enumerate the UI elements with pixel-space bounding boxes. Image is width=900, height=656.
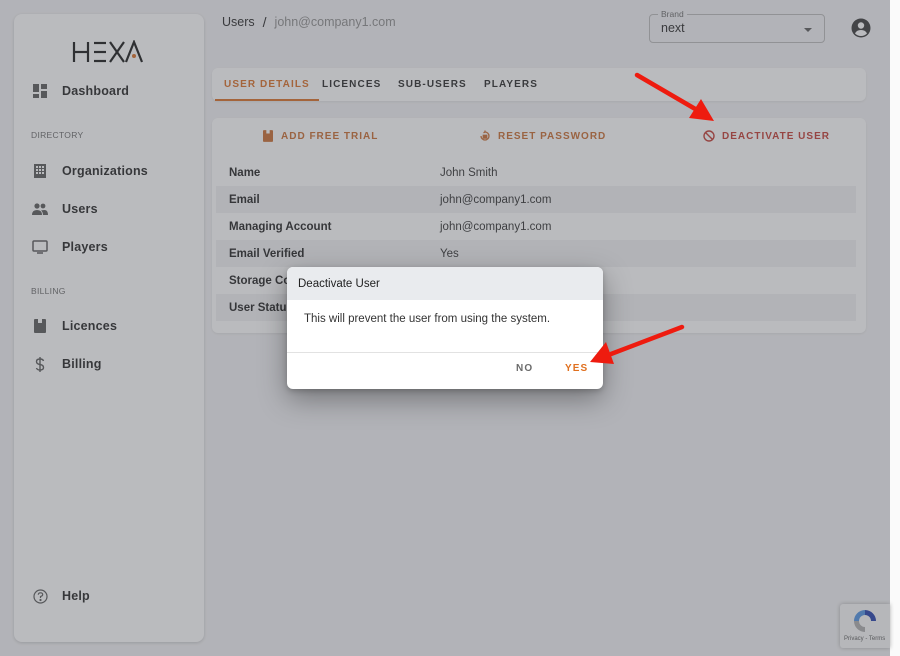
dialog-divider xyxy=(287,352,603,353)
dialog-message: This will prevent the user from using th… xyxy=(304,313,551,325)
dialog-yes-button[interactable]: YES xyxy=(565,363,588,374)
dialog-no-button[interactable]: NO xyxy=(516,363,533,374)
deactivate-user-dialog: Deactivate User This will prevent the us… xyxy=(287,267,603,389)
dialog-title: Deactivate User xyxy=(287,267,603,300)
page-edge xyxy=(890,0,900,656)
